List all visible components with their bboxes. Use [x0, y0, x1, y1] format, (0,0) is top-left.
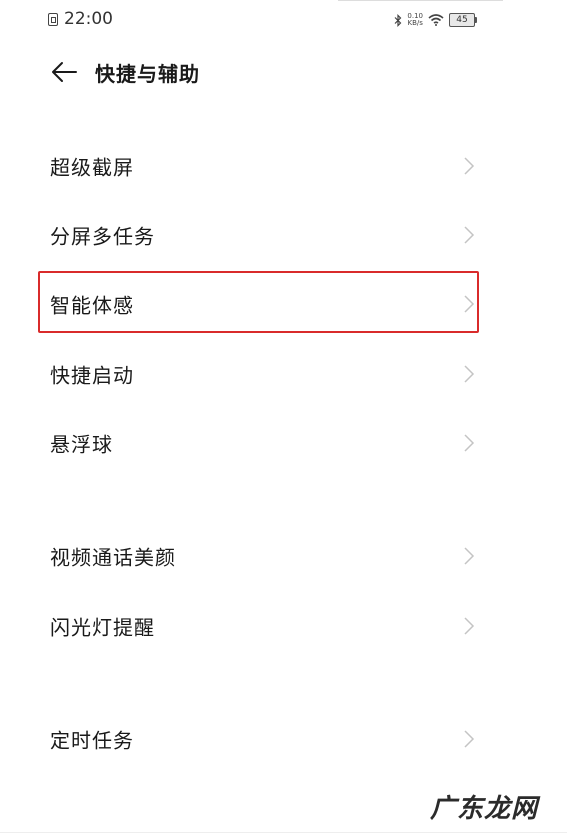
list-item-scheduled-tasks[interactable]: 定时任务 — [0, 712, 567, 766]
bluetooth-icon — [394, 13, 402, 27]
chevron-right-icon — [464, 157, 475, 175]
back-arrow-icon[interactable] — [50, 60, 78, 84]
chevron-right-icon — [464, 434, 475, 452]
list-item-flash-notification[interactable]: 闪光灯提醒 — [0, 599, 567, 653]
chevron-right-icon — [464, 365, 475, 383]
list-item-floating-ball[interactable]: 悬浮球 — [0, 416, 567, 470]
list-item-label: 视频通话美颜 — [50, 545, 176, 570]
chevron-right-icon — [464, 547, 475, 565]
status-time: 22:00 — [64, 9, 113, 29]
status-bar: 22:00 0.10 KB/s 45 — [0, 0, 567, 40]
list-item-label: 定时任务 — [50, 728, 134, 753]
list-item-label: 快捷启动 — [50, 363, 134, 388]
chevron-right-icon — [464, 295, 475, 313]
battery-indicator: 45 — [449, 13, 477, 27]
list-item-label: 超级截屏 — [50, 155, 134, 180]
status-left: 22:00 — [48, 8, 113, 30]
list-item-quick-launch[interactable]: 快捷启动 — [0, 347, 567, 401]
list-item-split-screen[interactable]: 分屏多任务 — [0, 208, 567, 262]
watermark: 广东龙网 — [430, 794, 539, 824]
chevron-right-icon — [464, 730, 475, 748]
network-speed-unit: KB/s — [407, 19, 423, 27]
list-item-label: 分屏多任务 — [50, 224, 155, 249]
status-right: 0.10 KB/s 45 — [394, 10, 477, 30]
list-item-super-screenshot[interactable]: 超级截屏 — [0, 139, 567, 193]
list-item-video-call-beauty[interactable]: 视频通话美颜 — [0, 529, 567, 583]
list-item-label: 悬浮球 — [50, 432, 113, 457]
page-header: 快捷与辅助 — [0, 52, 567, 92]
network-speed: 0.10 KB/s — [407, 13, 423, 27]
chevron-right-icon — [464, 226, 475, 244]
chevron-right-icon — [464, 617, 475, 635]
wifi-icon — [428, 14, 444, 26]
list-item-smart-motion[interactable]: 智能体感 — [0, 277, 567, 331]
sim-card-icon — [48, 12, 58, 26]
bottom-divider — [0, 832, 567, 833]
page-title: 快捷与辅助 — [95, 62, 200, 86]
list-item-label: 智能体感 — [50, 293, 134, 318]
list-item-label: 闪光灯提醒 — [50, 615, 155, 640]
